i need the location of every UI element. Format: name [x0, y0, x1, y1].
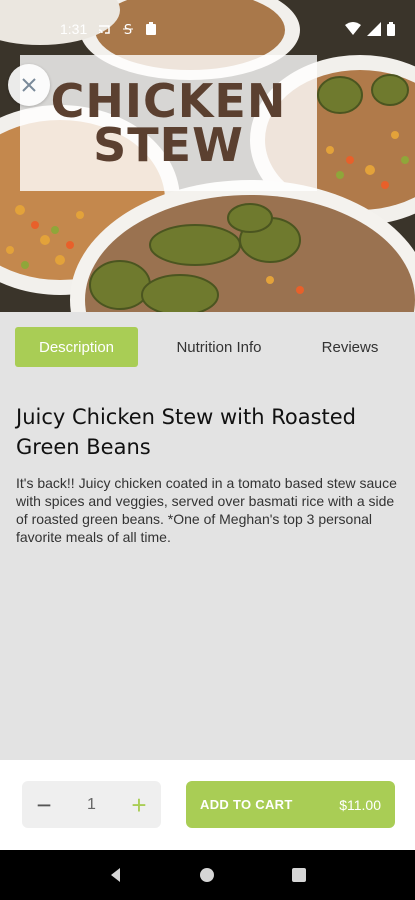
- signal-icon: [367, 22, 381, 36]
- product-description: It's back!! Juicy chicken coated in a to…: [16, 475, 397, 545]
- wifi-icon: [345, 22, 361, 35]
- price-label: $11.00: [339, 796, 381, 813]
- recents-icon[interactable]: [291, 867, 307, 883]
- tab-bar: Description Nutrition Info Reviews: [0, 312, 415, 382]
- title-banner: CHICKEN STEW: [20, 55, 317, 191]
- s-app-icon: S: [123, 23, 134, 36]
- close-button[interactable]: [8, 64, 50, 106]
- system-nav-bar: [0, 850, 415, 900]
- add-to-cart-label: ADD TO CART: [200, 797, 293, 812]
- cast-icon: [98, 25, 110, 34]
- tab-description[interactable]: Description: [15, 327, 138, 367]
- close-icon: [22, 78, 36, 92]
- clipboard-icon: [146, 22, 157, 35]
- product-details: Juicy Chicken Stew with Roasted Green Be…: [0, 382, 415, 760]
- add-to-cart-button[interactable]: ADD TO CART $11.00: [186, 781, 395, 828]
- title-line-1: CHICKEN: [50, 74, 287, 128]
- cart-bar: − 1 + ADD TO CART $11.00: [0, 760, 415, 850]
- decrease-quantity-button[interactable]: −: [34, 792, 54, 818]
- product-title: Juicy Chicken Stew with Roasted Green Be…: [16, 405, 357, 459]
- increase-quantity-button[interactable]: +: [129, 792, 149, 818]
- tab-reviews[interactable]: Reviews: [305, 327, 395, 367]
- hero-image: 1:31 S CHICKEN STEW: [0, 0, 415, 312]
- home-icon[interactable]: [199, 867, 215, 883]
- quantity-stepper: − 1 +: [22, 781, 161, 828]
- back-icon[interactable]: [108, 867, 124, 883]
- quantity-value: 1: [87, 795, 96, 813]
- battery-icon: [387, 22, 395, 36]
- title-line-2: STEW: [93, 118, 244, 172]
- status-bar: 1:31 S: [0, 0, 415, 58]
- tab-nutrition-info[interactable]: Nutrition Info: [160, 327, 278, 367]
- status-time: 1:31: [60, 21, 88, 37]
